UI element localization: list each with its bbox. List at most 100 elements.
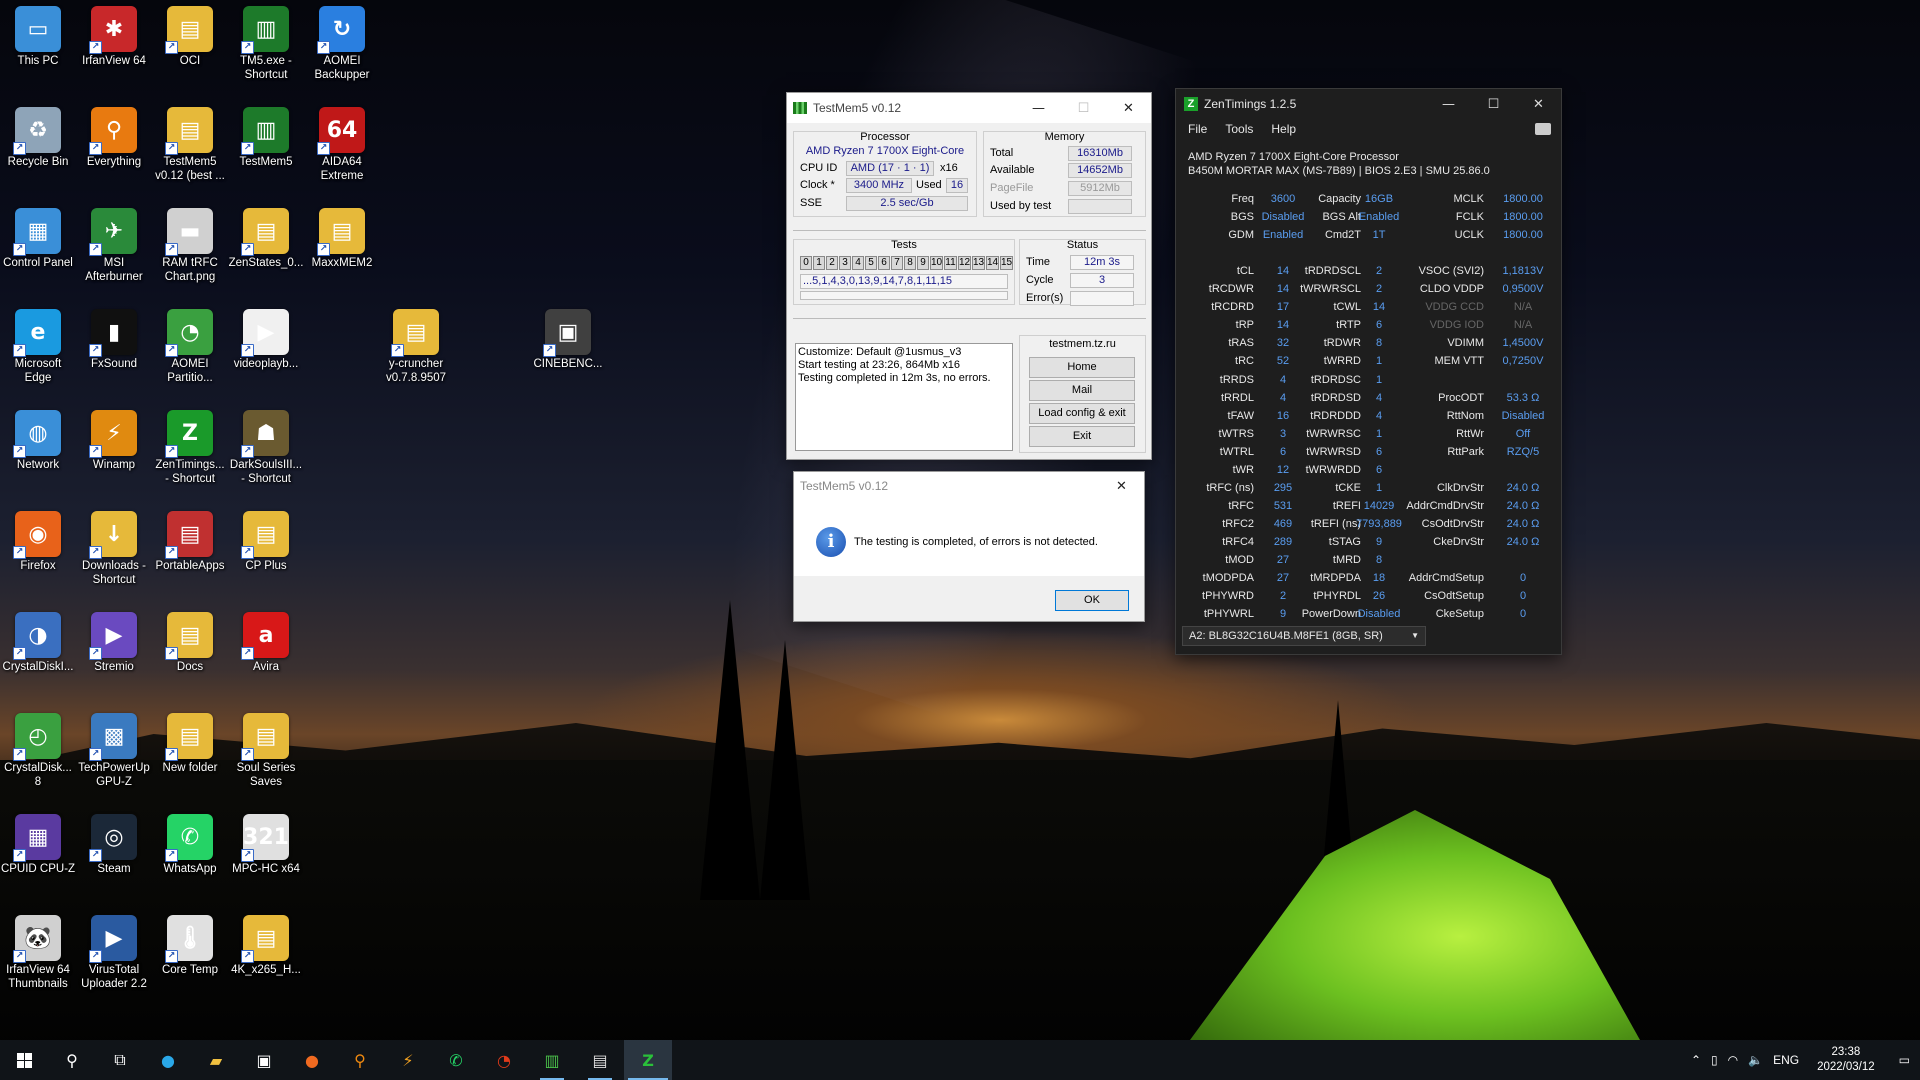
desktop-icon[interactable]: ◴ ↗ CrystalDisk... 8	[0, 707, 76, 789]
timing-label: tPHYWRD	[1202, 590, 1254, 603]
desktop-icon-label: Core Temp	[161, 964, 219, 976]
minimize-icon[interactable]: —	[1016, 93, 1061, 123]
desktop-icon[interactable]: ✱ ↗ IrfanView 64	[76, 0, 152, 68]
close-icon[interactable]: ✕	[1516, 89, 1561, 119]
desktop-icon-label: RAM tRFC Chart.png	[162, 257, 218, 283]
desktop-icon[interactable]: ▦ ↗ Control Panel	[0, 202, 76, 270]
taskbar-winamp[interactable]: ⚡	[384, 1040, 432, 1080]
gauge-icon: ◔	[497, 1050, 511, 1070]
timing-value: 1800.00	[1503, 229, 1543, 242]
taskbar-explorer[interactable]: ▰	[192, 1040, 240, 1080]
load-config-button[interactable]: Load config & exit	[1029, 403, 1135, 424]
everything-icon: ⚲	[354, 1050, 366, 1070]
desktop-icon[interactable]: ▶ ↗ Stremio	[76, 606, 152, 674]
clock[interactable]: 23:38 2022/03/12	[1817, 1045, 1875, 1075]
desktop-icon[interactable]: ◍ ↗ Network	[0, 404, 76, 472]
desktop-icon[interactable]: ▩ ↗ TechPowerUp GPU-Z	[76, 707, 152, 789]
menu-help[interactable]: Help	[1271, 122, 1296, 136]
desktop-icon[interactable]: ▶ ↗ VirusTotal Uploader 2.2	[76, 909, 152, 991]
zentimings-titlebar[interactable]: Z ZenTimings 1.2.5 — ☐ ✕	[1176, 89, 1561, 119]
timing-label: tWRWRSD	[1306, 445, 1361, 458]
taskbar-whatsapp[interactable]: ✆	[432, 1040, 480, 1080]
desktop-icon[interactable]: ▤ ↗ ZenStates_0...	[228, 202, 304, 270]
desktop-icon[interactable]: 321 ↗ MPC-HC x64	[228, 808, 304, 876]
exit-button[interactable]: Exit	[1029, 426, 1135, 447]
desktop-icon-label: CrystalDiskI...	[2, 661, 74, 673]
desktop-icon[interactable]: ▦ ↗ CPUID CPU-Z	[0, 808, 76, 876]
volume-icon[interactable]: 🔈	[1748, 1053, 1763, 1067]
desktop-icon[interactable]: ▣ ↗ CINEBENC...	[530, 303, 606, 371]
desktop-icon[interactable]: ▤ ↗ Soul Series Saves	[228, 707, 304, 789]
taskbar-edge[interactable]: ●	[144, 1040, 192, 1080]
chevron-up-icon[interactable]: ⌃	[1691, 1053, 1701, 1067]
start-button[interactable]	[0, 1040, 48, 1080]
desktop-icon[interactable]: ↓ ↗ Downloads - Shortcut	[76, 505, 152, 587]
desktop-icon[interactable]: ▤ ↗ 4K_x265_H...	[228, 909, 304, 977]
desktop-icon[interactable]: ◎ ↗ Steam	[76, 808, 152, 876]
desktop-icon[interactable]: ▤ ↗ PortableApps	[152, 505, 228, 573]
testmem-titlebar[interactable]: TestMem5 v0.12 — ☐ ✕	[787, 93, 1151, 123]
mail-button[interactable]: Mail	[1029, 380, 1135, 401]
minimize-icon[interactable]: —	[1426, 89, 1471, 119]
taskbar-store[interactable]: ▣	[240, 1040, 288, 1080]
processor-group-title: Processor	[860, 131, 910, 143]
desktop-icon[interactable]: ▥ ↗ TM5.exe - Shortcut	[228, 0, 304, 82]
desktop-icon[interactable]: ▶ ↗ videoplayb...	[228, 303, 304, 371]
wifi-icon[interactable]: ◠	[1728, 1053, 1738, 1067]
desktop-icon[interactable]: ✆ ↗ WhatsApp	[152, 808, 228, 876]
usb-icon[interactable]: ▯	[1711, 1053, 1718, 1067]
language-indicator[interactable]: ENG	[1773, 1053, 1799, 1067]
desktop-icon[interactable]: ▤ ↗ OCI	[152, 0, 228, 68]
taskbar-testmem-dialog[interactable]: ▤	[576, 1040, 624, 1080]
close-icon[interactable]: ✕	[1099, 472, 1144, 500]
taskbar-everything[interactable]: ⚲	[336, 1040, 384, 1080]
task-view-button[interactable]: ⧉	[96, 1040, 144, 1080]
desktop-icon[interactable]: ◑ ↗ CrystalDiskI...	[0, 606, 76, 674]
desktop-icon[interactable]: ▭ This PC	[0, 0, 76, 68]
menu-tools[interactable]: Tools	[1225, 122, 1253, 136]
desktop-icon[interactable]: 🐼 ↗ IrfanView 64 Thumbnails	[0, 909, 76, 991]
desktop-icon[interactable]: ♻ ↗ Recycle Bin	[0, 101, 76, 169]
desktop-icon[interactable]: ▬ ↗ RAM tRFC Chart.png	[152, 202, 228, 284]
home-button[interactable]: Home	[1029, 357, 1135, 378]
desktop-icon[interactable]: ▤ ↗ New folder	[152, 707, 228, 775]
desktop-icon[interactable]: ◔ ↗ AOMEI Partitio...	[152, 303, 228, 385]
desktop-icon[interactable]: ⚲ ↗ Everything	[76, 101, 152, 169]
taskbar-firefox[interactable]: ●	[288, 1040, 336, 1080]
desktop-icon[interactable]: ▤ ↗ TestMem5 v0.12 (best ...	[152, 101, 228, 183]
ok-button[interactable]: OK	[1055, 590, 1129, 611]
desktop-icon[interactable]: ◉ ↗ Firefox	[0, 505, 76, 573]
desktop-icon[interactable]: 🌡 ↗ Core Temp	[152, 909, 228, 977]
desktop-icon[interactable]: 64 ↗ AIDA64 Extreme	[304, 101, 380, 183]
log-box[interactable]: Customize: Default @1usmus_v3 Start test…	[795, 343, 1013, 451]
close-icon[interactable]: ✕	[1106, 93, 1151, 123]
maximize-icon[interactable]: ☐	[1471, 89, 1516, 119]
desktop-icon[interactable]: ▤ ↗ MaxxMEM2	[304, 202, 380, 270]
desktop-icon-label: This PC	[17, 55, 59, 67]
desktop-icon[interactable]: Z ↗ ZenTimings... - Shortcut	[152, 404, 228, 486]
desktop-icon[interactable]: ▤ ↗ Docs	[152, 606, 228, 674]
desktop-icon[interactable]: ✈ ↗ MSI Afterburner	[76, 202, 152, 284]
screenshot-icon[interactable]	[1535, 123, 1551, 135]
desktop-icon[interactable]: ↻ ↗ AOMEI Backupper	[304, 0, 380, 82]
irfanview-icon: ✱ ↗	[89, 6, 137, 54]
desktop-icon-label: TestMem5 v0.12 (best ...	[155, 156, 225, 182]
desktop-icon[interactable]: ▤ ↗ CP Plus	[228, 505, 304, 573]
search-button[interactable]: ⚲	[48, 1040, 96, 1080]
taskbar-testmem[interactable]: ▥	[528, 1040, 576, 1080]
desktop-icon[interactable]: ▮ ↗ FxSound	[76, 303, 152, 371]
test-cell: 4	[852, 256, 864, 270]
dimm-select[interactable]: A2: BL8G32C16U4B.M8FE1 (8GB, SR) ▼	[1182, 626, 1426, 646]
desktop-icon[interactable]: ⚡ ↗ Winamp	[76, 404, 152, 472]
desktop-icon[interactable]: a ↗ Avira	[228, 606, 304, 674]
desktop-icon[interactable]: ☗ ↗ DarkSoulsIII... - Shortcut	[228, 404, 304, 486]
desktop-icon[interactable]: e ↗ Microsoft Edge	[0, 303, 76, 385]
crystaldiskmark-icon: ◴ ↗	[13, 713, 61, 761]
desktop-icon[interactable]: ▥ ↗ TestMem5	[228, 101, 304, 169]
notifications-icon[interactable]: ▭	[1899, 1053, 1910, 1067]
taskbar-zentimings[interactable]: Z	[624, 1040, 672, 1080]
dialog-titlebar[interactable]: TestMem5 v0.12 ✕	[794, 472, 1144, 500]
menu-file[interactable]: File	[1188, 122, 1207, 136]
taskbar-speedometer[interactable]: ◔	[480, 1040, 528, 1080]
desktop-icon[interactable]: ▤ ↗ y-cruncher v0.7.8.9507	[378, 303, 454, 385]
